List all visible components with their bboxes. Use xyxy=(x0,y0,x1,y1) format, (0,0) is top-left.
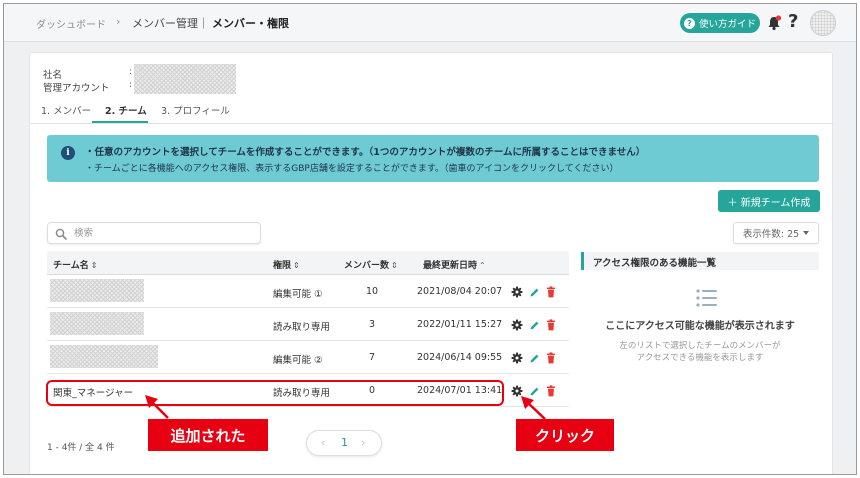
header-permission[interactable]: 権限 ⇕ xyxy=(273,258,300,271)
header-team-name[interactable]: チーム名 ⇕ xyxy=(53,258,97,271)
table-row[interactable]: 編集可能 ② 7 2024/06/14 09:55 xyxy=(47,341,569,374)
pencil-icon[interactable] xyxy=(529,320,540,331)
gear-icon[interactable] xyxy=(511,286,523,298)
list-icon xyxy=(696,289,717,307)
search-box xyxy=(47,222,261,244)
breadcrumb-member-management[interactable]: メンバー管理｜ xyxy=(132,15,209,31)
tab-divider xyxy=(30,123,834,124)
usage-guide-button[interactable]: ? 使い方ガイド xyxy=(680,13,760,33)
trash-icon[interactable] xyxy=(546,286,556,298)
company-label: 社名 xyxy=(43,70,63,81)
click-callout: クリック xyxy=(516,419,614,451)
info-banner: i ・任意のアカウントを選択してチームを作成することができます。（1つのアカウン… xyxy=(47,135,819,182)
table-row[interactable]: 読み取り専用 3 2022/01/11 15:27 xyxy=(47,308,569,341)
bell-icon[interactable] xyxy=(766,15,782,31)
gear-icon[interactable] xyxy=(511,352,523,364)
access-panel-title: アクセス権限のある機能一覧 xyxy=(593,258,717,269)
row-actions xyxy=(511,286,556,298)
tab-members[interactable]: 1. メンバー xyxy=(41,103,91,117)
last-updated-cell: 2022/01/11 15:27 xyxy=(417,319,503,330)
admin-colon: : xyxy=(129,80,133,90)
pagination: ‹ 1 › xyxy=(306,430,382,456)
sort-up-icon: ⌃ xyxy=(479,261,486,270)
main-card: 社名 管理アカウント : : 1. メンバー 2. チーム 3. プロフィール … xyxy=(29,52,834,474)
sort-icon: ⇕ xyxy=(90,261,98,270)
tab-profile[interactable]: 3. プロフィール xyxy=(161,103,230,117)
pencil-icon[interactable] xyxy=(529,353,540,364)
admin-account-label: 管理アカウント xyxy=(43,83,110,94)
info-line-1: ・任意のアカウントを選択してチームを作成することができます。（1つのアカウントが… xyxy=(85,147,646,158)
trash-icon[interactable] xyxy=(546,352,556,364)
access-panel-header: アクセス権限のある機能一覧 xyxy=(581,252,819,270)
header-member-count[interactable]: メンバー数 ⇕ xyxy=(344,258,398,271)
member-count-cell: 10 xyxy=(366,286,379,297)
new-row-highlight xyxy=(46,380,504,406)
pencil-icon[interactable] xyxy=(529,386,540,397)
company-colon: : xyxy=(129,67,133,77)
per-page-select[interactable]: 表示件数: 25 xyxy=(733,222,819,244)
permission-cell: 編集可能 ② xyxy=(273,355,323,366)
search-input[interactable] xyxy=(74,226,254,240)
redacted-team-name xyxy=(50,279,144,302)
permission-cell: 編集可能 ① xyxy=(273,289,323,300)
member-count-cell: 7 xyxy=(369,352,376,363)
access-panel-empty-hint: 左のリストで選択したチームのメンバーが アクセスできる機能を表示します xyxy=(581,340,819,364)
sort-icon: ⇕ xyxy=(293,261,300,270)
breadcrumb-separator: › xyxy=(116,15,121,28)
tab-teams[interactable]: 2. チーム xyxy=(105,103,147,117)
usage-guide-label: 使い方ガイド xyxy=(698,19,756,30)
new-team-button[interactable]: ＋ 新規チーム作成 xyxy=(718,190,820,212)
trash-icon[interactable] xyxy=(546,385,556,397)
sort-icon: ⇕ xyxy=(391,261,398,270)
gear-icon[interactable] xyxy=(511,319,523,331)
page-number-button[interactable]: 1 xyxy=(341,436,348,449)
info-icon: i xyxy=(61,146,75,160)
table-header: チーム名 ⇕ 権限 ⇕ メンバー数 ⇕ 最終更新日時 ⌃ xyxy=(47,251,569,275)
pencil-icon[interactable] xyxy=(529,287,540,298)
info-line-2: ・チームごとに各機能へのアクセス権限、表示するGBP店舗を設定することができます… xyxy=(85,164,619,174)
app-window: ダッシュボード › メンバー管理｜ メンバー・権限 ? 使い方ガイド ? 社名 … xyxy=(3,3,857,475)
previous-page-icon[interactable]: ‹ xyxy=(321,436,325,449)
avatar[interactable] xyxy=(810,10,836,36)
chevron-down-icon xyxy=(803,231,810,235)
top-bar: ダッシュボード › メンバー管理｜ メンバー・権限 ? 使い方ガイド ? xyxy=(4,4,856,42)
gear-icon[interactable] xyxy=(511,385,523,397)
added-callout: 追加された xyxy=(148,419,268,451)
row-actions xyxy=(511,352,556,364)
last-updated-cell: 2021/08/04 20:07 xyxy=(417,286,503,297)
access-panel-empty-title: ここにアクセス可能な機能が表示されます xyxy=(605,321,795,332)
last-updated-cell: 2024/06/14 09:55 xyxy=(417,352,503,363)
redacted-team-name xyxy=(50,345,158,368)
pagination-summary: 1 - 4件 / 全 4 件 xyxy=(47,443,115,453)
header-last-updated[interactable]: 最終更新日時 ⌃ xyxy=(423,258,486,271)
row-actions xyxy=(511,385,556,397)
breadcrumb-dashboard[interactable]: ダッシュボード xyxy=(36,16,106,31)
help-icon[interactable]: ? xyxy=(788,11,798,32)
trash-icon[interactable] xyxy=(546,319,556,331)
next-page-icon[interactable]: › xyxy=(361,436,365,449)
per-page-label: 表示件数: 25 xyxy=(742,229,800,240)
table-row[interactable]: 編集可能 ① 10 2021/08/04 20:07 xyxy=(47,275,569,308)
permission-cell: 読み取り専用 xyxy=(273,322,331,333)
question-icon: ? xyxy=(683,17,695,29)
member-count-cell: 3 xyxy=(369,319,376,330)
redacted-team-name xyxy=(50,312,144,335)
search-icon xyxy=(55,228,67,240)
hint-line-1: 左のリストで選択したチームのメンバーが xyxy=(619,341,781,351)
row-actions xyxy=(511,319,556,331)
hint-line-2: アクセスできる機能を表示します xyxy=(636,353,764,363)
page-title: メンバー・権限 xyxy=(212,17,289,30)
redacted-account-info xyxy=(134,64,236,94)
